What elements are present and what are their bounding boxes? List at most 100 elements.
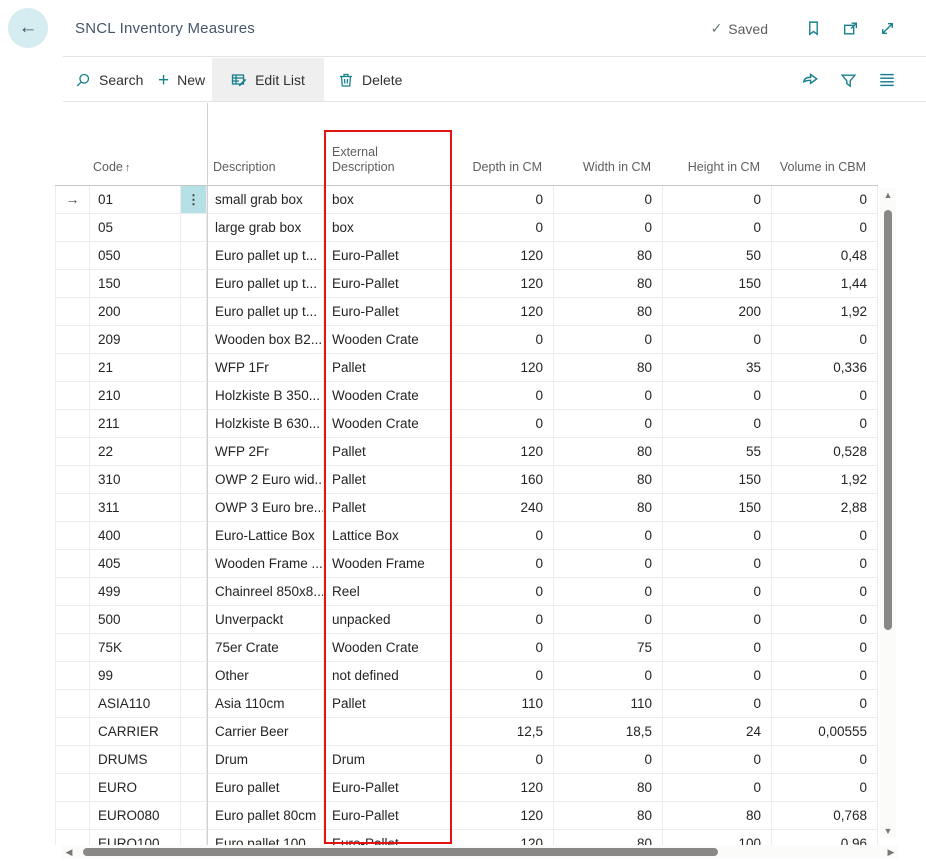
cell-code[interactable]: 050 [90,242,181,269]
cell-description[interactable]: Holzkiste B 350... [207,382,324,409]
cell-height[interactable]: 24 [663,718,772,745]
cell-volume[interactable]: 0 [772,382,878,409]
cell-code[interactable]: 01 [90,186,181,213]
cell-code[interactable]: 499 [90,578,181,605]
cell-volume[interactable]: 2,88 [772,494,878,521]
cell-code[interactable]: 400 [90,522,181,549]
cell-height[interactable]: 0 [663,186,772,213]
scroll-down-icon[interactable]: ▼ [880,824,896,838]
cell-height[interactable]: 100 [663,830,772,845]
cell-code[interactable]: 211 [90,410,181,437]
cell-description[interactable]: Unverpackt [207,606,324,633]
row-menu-cell[interactable] [181,690,207,717]
cell-height[interactable]: 0 [663,606,772,633]
cell-depth[interactable]: 160 [452,466,554,493]
cell-width[interactable]: 80 [554,830,663,845]
cell-volume[interactable]: 0 [772,774,878,801]
cell-depth[interactable]: 120 [452,802,554,829]
cell-code[interactable]: 200 [90,298,181,325]
cell-height[interactable]: 150 [663,494,772,521]
cell-description[interactable]: OWP 3 Euro bre... [207,494,324,521]
row-menu-cell[interactable] [181,326,207,353]
cell-volume[interactable]: 0 [772,662,878,689]
column-header-width[interactable]: Width in CM [553,160,662,185]
row-menu-cell[interactable] [181,830,207,845]
cell-width[interactable]: 80 [554,774,663,801]
cell-depth[interactable]: 0 [452,410,554,437]
cell-width[interactable]: 0 [554,214,663,241]
row-selector-cell[interactable] [56,606,90,633]
cell-depth[interactable]: 120 [452,354,554,381]
filter-button[interactable] [838,70,859,91]
cell-volume[interactable]: 0,768 [772,802,878,829]
row-menu-cell[interactable] [181,214,207,241]
cell-code[interactable]: 05 [90,214,181,241]
cell-volume[interactable]: 0,336 [772,354,878,381]
cell-width[interactable]: 80 [554,802,663,829]
cell-description[interactable]: WFP 1Fr [207,354,324,381]
cell-depth[interactable]: 0 [452,382,554,409]
cell-volume[interactable]: 0 [772,522,878,549]
cell-description[interactable]: Euro pallet up t... [207,242,324,269]
row-menu-cell[interactable] [181,606,207,633]
row-selector-cell[interactable] [56,578,90,605]
row-menu-cell[interactable] [181,438,207,465]
cell-width[interactable]: 0 [554,522,663,549]
cell-volume[interactable]: 1,44 [772,270,878,297]
cell-volume[interactable]: 0 [772,550,878,577]
cell-depth[interactable]: 0 [452,578,554,605]
row-selector-cell[interactable] [56,410,90,437]
cell-external-description[interactable]: not defined [324,662,452,689]
cell-external-description[interactable]: Reel [324,578,452,605]
cell-height[interactable]: 0 [663,522,772,549]
cell-depth[interactable]: 0 [452,746,554,773]
cell-width[interactable]: 80 [554,242,663,269]
cell-depth[interactable]: 120 [452,270,554,297]
row-menu-cell[interactable]: ⋮ [181,186,207,213]
row-selector-cell[interactable] [56,354,90,381]
cell-description[interactable]: Chainreel 850x8... [207,578,324,605]
cell-code[interactable]: ASIA110 [90,690,181,717]
column-header-external-description[interactable]: External Description [323,145,451,185]
row-menu-cell[interactable] [181,466,207,493]
cell-height[interactable]: 55 [663,438,772,465]
cell-external-description[interactable]: Pallet [324,494,452,521]
row-menu-cell[interactable] [181,718,207,745]
cell-code[interactable]: 405 [90,550,181,577]
open-in-new-window-button[interactable] [840,18,861,39]
back-button[interactable]: ← [8,8,48,48]
scroll-right-icon[interactable]: ▶ [884,845,898,859]
cell-depth[interactable]: 120 [452,830,554,845]
cell-height[interactable]: 0 [663,690,772,717]
cell-width[interactable]: 75 [554,634,663,661]
row-selector-cell[interactable] [56,326,90,353]
row-selector-cell[interactable] [56,550,90,577]
cell-volume[interactable]: 0 [772,690,878,717]
row-menu-cell[interactable] [181,354,207,381]
row-selector-cell[interactable] [56,634,90,661]
cell-code[interactable]: 75K [90,634,181,661]
row-selector-cell[interactable] [56,382,90,409]
vertical-scrollbar-thumb[interactable] [884,210,892,630]
row-selector-cell[interactable] [56,746,90,773]
column-header-volume[interactable]: Volume in CBM [771,160,877,185]
column-header-depth[interactable]: Depth in CM [451,160,553,185]
cell-width[interactable]: 0 [554,746,663,773]
cell-depth[interactable]: 0 [452,550,554,577]
cell-external-description[interactable]: unpacked [324,606,452,633]
row-menu-cell[interactable] [181,662,207,689]
cell-code[interactable]: EURO100 [90,830,181,845]
cell-external-description[interactable]: Wooden Crate [324,326,452,353]
row-menu-cell[interactable] [181,550,207,577]
cell-height[interactable]: 0 [663,326,772,353]
horizontal-scrollbar[interactable]: ◀ ▶ [62,845,898,859]
cell-volume[interactable]: 0 [772,578,878,605]
cell-volume[interactable]: 0 [772,634,878,661]
cell-width[interactable]: 0 [554,382,663,409]
cell-depth[interactable]: 120 [452,774,554,801]
cell-height[interactable]: 0 [663,550,772,577]
new-button[interactable]: + New [158,58,205,102]
view-options-button[interactable] [876,69,898,91]
row-menu-cell[interactable] [181,578,207,605]
cell-depth[interactable]: 0 [452,634,554,661]
